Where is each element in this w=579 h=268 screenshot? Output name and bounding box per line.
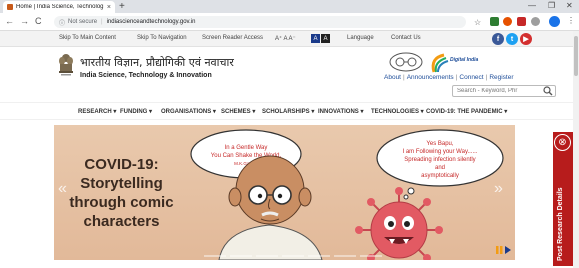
nav-organisations[interactable]: ORGANISATIONS ▾ (161, 108, 216, 115)
side-tab-close-icon[interactable]: ⊗ (554, 134, 571, 151)
about-link[interactable]: About (384, 74, 401, 81)
extension-green-icon[interactable] (490, 17, 499, 26)
security-label: Not secure (68, 19, 98, 25)
main-navigation: RESEARCH ▾ FUNDING ▾ ORGANISATIONS ▾ SCH… (0, 102, 579, 120)
extension-gray-icon[interactable] (531, 17, 540, 26)
hero-carousel[interactable]: « » COVID-19: Storytelling through comic… (54, 125, 515, 260)
contrast-black-button[interactable]: A (321, 34, 330, 43)
twitter-icon[interactable]: t (506, 33, 518, 45)
nav-scholarships[interactable]: SCHOLARSHIPS ▾ (262, 108, 314, 115)
site-title-english: India Science, Technology & Innovation (80, 72, 212, 79)
comic-illustration: In a Gentle Way You Can Shake the World.… (190, 129, 504, 260)
extension-red-icon[interactable] (517, 17, 526, 26)
carousel-play-pause-control[interactable] (496, 245, 512, 255)
contrast-dark-button[interactable]: A (311, 34, 320, 43)
search-icon[interactable] (543, 86, 553, 96)
browser-tab-bar: Home | India Science, Technolog... × + —… (0, 0, 579, 13)
facebook-icon[interactable]: f (492, 33, 504, 45)
nav-technologies[interactable]: TECHNOLOGIES ▾ (371, 108, 424, 115)
url-bar[interactable]: ⓘ Not secure | indiascienceandtechnology… (54, 16, 466, 28)
register-link[interactable]: Register (489, 74, 513, 81)
browser-menu-icon[interactable]: ⋮ (567, 16, 575, 25)
url-separator: | (101, 19, 103, 25)
svg-text:Yes Bapu,: Yes Bapu, (426, 141, 453, 147)
site-favicon-icon (7, 4, 13, 10)
font-size-controls[interactable]: A⁺ A A⁻ (275, 35, 296, 42)
svg-text:and: and (435, 165, 445, 171)
skip-main-link[interactable]: Skip To Main Content (59, 35, 116, 41)
minimize-button[interactable]: — (528, 1, 536, 11)
browser-tab[interactable]: Home | India Science, Technolog... × (3, 1, 115, 13)
utility-bar: Skip To Main Content Skip To Navigation … (0, 31, 579, 47)
maximize-button[interactable]: ❐ (548, 1, 555, 11)
new-tab-button[interactable]: + (119, 1, 125, 12)
tab-close-button[interactable]: × (107, 4, 111, 11)
site-header: भारतीय विज्ञान, प्रौद्योगिकी एवं नवाचार … (0, 47, 579, 102)
address-bar-row: ← → C ⓘ Not secure | indiascienceandtech… (0, 13, 579, 31)
bookmark-star-icon[interactable]: ☆ (474, 17, 481, 28)
svg-text:Spreading infection silently: Spreading infection silently (404, 157, 475, 163)
profile-avatar[interactable] (549, 16, 560, 27)
nav-covid-pandemic[interactable]: COVID-19: THE PANDEMIC ▾ (426, 108, 507, 115)
language-link[interactable]: Language (347, 35, 374, 41)
connect-link[interactable]: Connect (459, 74, 483, 81)
forward-button[interactable]: → (20, 16, 29, 27)
search-input[interactable] (452, 85, 556, 97)
site-title-hindi: भारतीय विज्ञान, प्रौद्योगिकी एवं नवाचार (80, 56, 234, 69)
info-icon[interactable]: ⓘ (59, 18, 65, 27)
extension-orange-icon[interactable] (503, 17, 512, 26)
url-text[interactable]: indiascienceandtechnology.gov.in (107, 19, 196, 25)
svg-text:I am Following your Way......: I am Following your Way...... (402, 149, 477, 155)
header-links: About | Announcements | Connect | Register (384, 74, 514, 81)
national-emblem-icon[interactable] (57, 53, 75, 79)
screen-reader-link[interactable]: Screen Reader Access (202, 35, 263, 41)
close-window-button[interactable]: ✕ (566, 1, 573, 11)
back-button[interactable]: ← (5, 16, 14, 27)
nav-innovations[interactable]: INNOVATIONS ▾ (318, 108, 363, 115)
tab-title: Home | India Science, Technolog... (16, 4, 104, 10)
page-scrollbar-thumb[interactable] (574, 36, 578, 76)
digital-india-logo-text: Digital India (450, 57, 479, 63)
nav-research[interactable]: RESEARCH ▾ (78, 108, 116, 115)
nav-funding[interactable]: FUNDING ▾ (120, 108, 152, 115)
youtube-icon[interactable]: ▶ (520, 33, 532, 45)
skip-nav-link[interactable]: Skip To Navigation (137, 35, 187, 41)
nav-schemes[interactable]: SCHEMES ▾ (221, 108, 255, 115)
reload-button[interactable]: C (35, 16, 42, 27)
virus-character (355, 187, 443, 260)
contact-link[interactable]: Contact Us (391, 35, 421, 41)
svg-text:In a Gentle Way: In a Gentle Way (225, 145, 268, 151)
announcements-link[interactable]: Announcements (407, 74, 454, 81)
side-tab-label[interactable]: Post Research Details (557, 187, 564, 261)
svg-text:asymptotically: asymptotically (421, 173, 459, 179)
